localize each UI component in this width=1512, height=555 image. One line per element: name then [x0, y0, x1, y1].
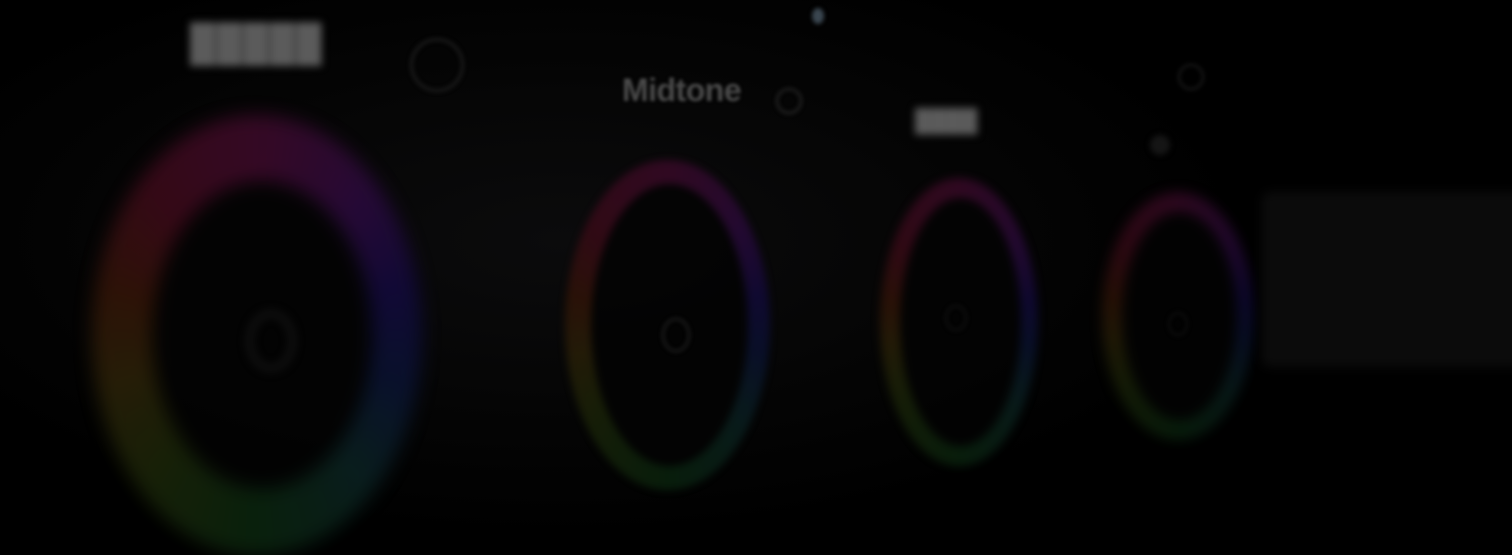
- shadow-reset-icon[interactable]: [410, 38, 464, 92]
- highlight-wheel-handle-icon[interactable]: [945, 305, 967, 331]
- highlight-wheel-label: ████: [915, 108, 978, 133]
- midtone-reset-icon[interactable]: [776, 88, 802, 114]
- midtone-title: Midtone: [622, 72, 742, 108]
- side-control-panel: [1262, 192, 1512, 367]
- indicator-dot: [812, 8, 824, 24]
- shadow-wheel-handle-icon[interactable]: [248, 312, 294, 370]
- color-grading-stage: █████ Midtone ████: [0, 0, 1512, 555]
- shadow-wheel-label: █████: [190, 22, 323, 63]
- midtone-wheel-handle-icon[interactable]: [662, 318, 690, 352]
- highlight-reset-icon[interactable]: [1178, 64, 1204, 90]
- offset-indicator-icon: [1150, 135, 1170, 155]
- offset-wheel-handle-icon[interactable]: [1168, 312, 1188, 336]
